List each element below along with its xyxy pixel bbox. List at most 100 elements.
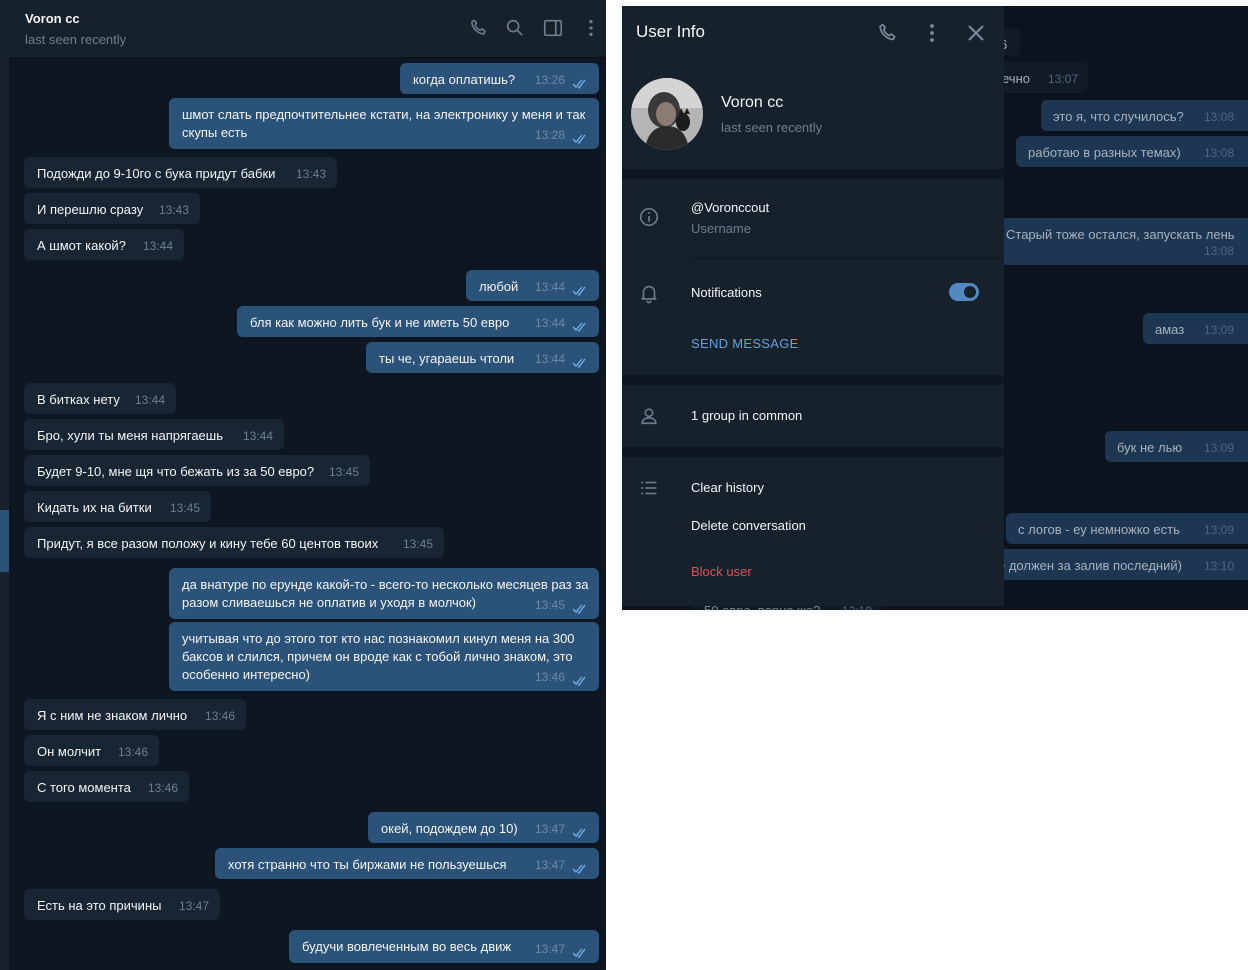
avatar[interactable] bbox=[631, 78, 703, 150]
chat-window: Voron cc last seen recently когда оплати… bbox=[0, 0, 606, 970]
message-time: 13:44 bbox=[534, 280, 565, 294]
message-bubble-out[interactable]: учитывая что до этого тот кто нас познак… bbox=[169, 622, 599, 691]
double-check-icon bbox=[572, 79, 589, 89]
message-bubble-out[interactable]: будучи вовлеченным во весь движ 13:47 bbox=[289, 930, 599, 963]
message-time: 13:46 bbox=[204, 709, 235, 723]
bg-message-text: е должен за залив последний) bbox=[998, 558, 1182, 573]
message-text: Придут, я все разом положу и кину тебе 6… bbox=[37, 536, 379, 551]
double-check-icon bbox=[572, 864, 589, 874]
double-check-icon bbox=[572, 358, 589, 368]
message-time: 13:45 bbox=[402, 537, 433, 551]
chat-header: Voron cc last seen recently bbox=[9, 0, 606, 58]
message-text: да внатуре по ерунде какой-то - всего-то… bbox=[182, 577, 589, 610]
bg-message-time: 13:08 bbox=[1203, 110, 1234, 124]
section-separator bbox=[622, 169, 1004, 179]
sidebar-toggle-icon[interactable] bbox=[542, 17, 564, 39]
message-bubble-out[interactable]: когда оплатишь? 13:26 bbox=[400, 63, 599, 94]
message-bubble-in[interactable]: Есть на это причины 13:47 bbox=[24, 889, 220, 920]
message-bubble-in[interactable]: Подожди до 9-10го с бука придут бабки 13… bbox=[24, 157, 337, 188]
message-time: 13:47 bbox=[534, 822, 565, 836]
message-time: 13:44 bbox=[242, 429, 273, 443]
message-text: учитывая что до этого тот кто нас познак… bbox=[182, 631, 575, 682]
message-bubble-in[interactable]: Кидать их на битки 13:45 bbox=[24, 491, 211, 522]
message-bubble-in[interactable]: Он молчит 13:46 bbox=[24, 735, 159, 766]
bg-message: с логов - еу немножко есть 13:09 bbox=[1006, 513, 1248, 544]
bell-icon bbox=[638, 282, 660, 304]
message-text: Я с ним не знаком лично bbox=[37, 708, 188, 723]
chat-title[interactable]: Voron cc bbox=[25, 11, 80, 26]
call-icon[interactable] bbox=[876, 21, 900, 45]
message-text: Будет 9-10, мне щя что бежать из за 50 е… bbox=[37, 464, 315, 479]
message-bubble-out[interactable]: окей, подождем до 10) 13:47 bbox=[368, 812, 599, 843]
message-time: 13:47 bbox=[534, 858, 565, 872]
double-check-icon bbox=[572, 322, 589, 332]
username-value[interactable]: @Voronccout bbox=[691, 200, 769, 215]
bg-message-time: 13:08 bbox=[1203, 244, 1234, 258]
message-bubble-in[interactable]: Придут, я все разом положу и кину тебе 6… bbox=[24, 527, 444, 558]
double-check-icon bbox=[572, 828, 589, 838]
double-check-icon bbox=[572, 948, 589, 958]
bg-message: Старый тоже остался, запускать лень 13:0… bbox=[994, 218, 1248, 265]
message-text: окей, подождем до 10) bbox=[381, 821, 518, 836]
message-bubble-in[interactable]: Я с ним не знаком лично 13:46 bbox=[24, 699, 246, 730]
message-bubble-in[interactable]: С того момента 13:46 bbox=[24, 771, 189, 802]
message-time: 13:26 bbox=[534, 73, 565, 87]
divider bbox=[691, 258, 1004, 259]
user-info-panel: User Info Voron cc last seen recently @V… bbox=[622, 6, 1004, 606]
bg-message-time: 13:09 bbox=[1203, 441, 1234, 455]
info-icon bbox=[638, 206, 660, 228]
groups-in-common[interactable]: 1 group in common bbox=[691, 408, 802, 423]
notifications-toggle[interactable] bbox=[949, 283, 979, 301]
message-time: 13:28 bbox=[534, 128, 565, 142]
message-bubble-out[interactable]: любой 13:44 bbox=[466, 270, 599, 301]
message-bubble-in[interactable]: В битках нету 13:44 bbox=[24, 383, 176, 414]
bg-message-time: 13:08 bbox=[1203, 146, 1234, 160]
double-check-icon bbox=[572, 286, 589, 296]
message-bubble-out[interactable]: да внатуре по ерунде какой-то - всего-то… bbox=[169, 568, 599, 619]
message-bubble-in[interactable]: И перешлю сразу 13:43 bbox=[24, 193, 200, 224]
section-separator bbox=[622, 375, 1004, 385]
message-bubble-in[interactable]: А шмот какой? 13:44 bbox=[24, 229, 184, 260]
bg-message-text: с логов - еу немножко есть bbox=[1018, 522, 1180, 537]
close-icon[interactable] bbox=[964, 21, 988, 45]
message-time: 13:43 bbox=[295, 167, 326, 181]
bg-message: бук не лью 13:09 bbox=[1105, 431, 1248, 462]
message-time: 13:45 bbox=[169, 501, 200, 515]
list-icon bbox=[638, 477, 660, 499]
message-bubble-out[interactable]: бля как можно лить бук и не иметь 50 евр… bbox=[237, 306, 599, 337]
bg-message: е должен за залив последний) 13:10 bbox=[994, 549, 1248, 580]
more-menu-icon[interactable] bbox=[920, 21, 944, 45]
double-check-icon bbox=[572, 676, 589, 686]
message-text: Подожди до 9-10го с бука придут бабки bbox=[37, 166, 276, 181]
section-separator bbox=[622, 447, 1004, 457]
bg-message: ечно 13:07 bbox=[990, 62, 1088, 93]
message-time: 13:44 bbox=[534, 352, 565, 366]
double-check-icon bbox=[572, 604, 589, 614]
message-text: Есть на это причины bbox=[37, 898, 162, 913]
message-text: когда оплатишь? bbox=[413, 72, 516, 87]
message-text: любой bbox=[479, 279, 519, 294]
bg-message: амаз 13:09 bbox=[1143, 313, 1248, 344]
bg-message-text: ечно bbox=[1002, 71, 1030, 86]
message-bubble-out[interactable]: ты че, угараешь чтоли 13:44 bbox=[366, 342, 599, 373]
message-text: шмот слать предпочтительнее кстати, на э… bbox=[182, 107, 586, 140]
message-bubble-out[interactable]: хотя странно что ты биржами не пользуешь… bbox=[215, 848, 599, 879]
bg-message-text: амаз bbox=[1155, 322, 1185, 337]
chat-status: last seen recently bbox=[25, 32, 127, 47]
clear-history-button[interactable]: Clear history bbox=[691, 480, 764, 495]
message-time: 13:46 bbox=[147, 781, 178, 795]
message-text: Кидать их на битки bbox=[37, 500, 152, 515]
user-icon bbox=[638, 405, 660, 427]
send-message-button[interactable]: SEND MESSAGE bbox=[691, 336, 799, 351]
more-menu-icon[interactable] bbox=[580, 17, 602, 39]
call-icon[interactable] bbox=[468, 17, 490, 39]
message-bubble-in[interactable]: Бро, хули ты меня напрягаешь 13:44 bbox=[24, 419, 284, 450]
message-text: В битках нету bbox=[37, 392, 120, 407]
chat-list-strip[interactable] bbox=[0, 0, 9, 970]
message-bubble-in[interactable]: Будет 9-10, мне щя что бежать из за 50 е… bbox=[24, 455, 370, 486]
username-label: Username bbox=[691, 221, 751, 236]
delete-conversation-button[interactable]: Delete conversation bbox=[691, 518, 806, 533]
search-icon[interactable] bbox=[504, 17, 526, 39]
message-bubble-out[interactable]: шмот слать предпочтительнее кстати, на э… bbox=[169, 98, 599, 149]
block-user-button[interactable]: Block user bbox=[691, 564, 752, 579]
